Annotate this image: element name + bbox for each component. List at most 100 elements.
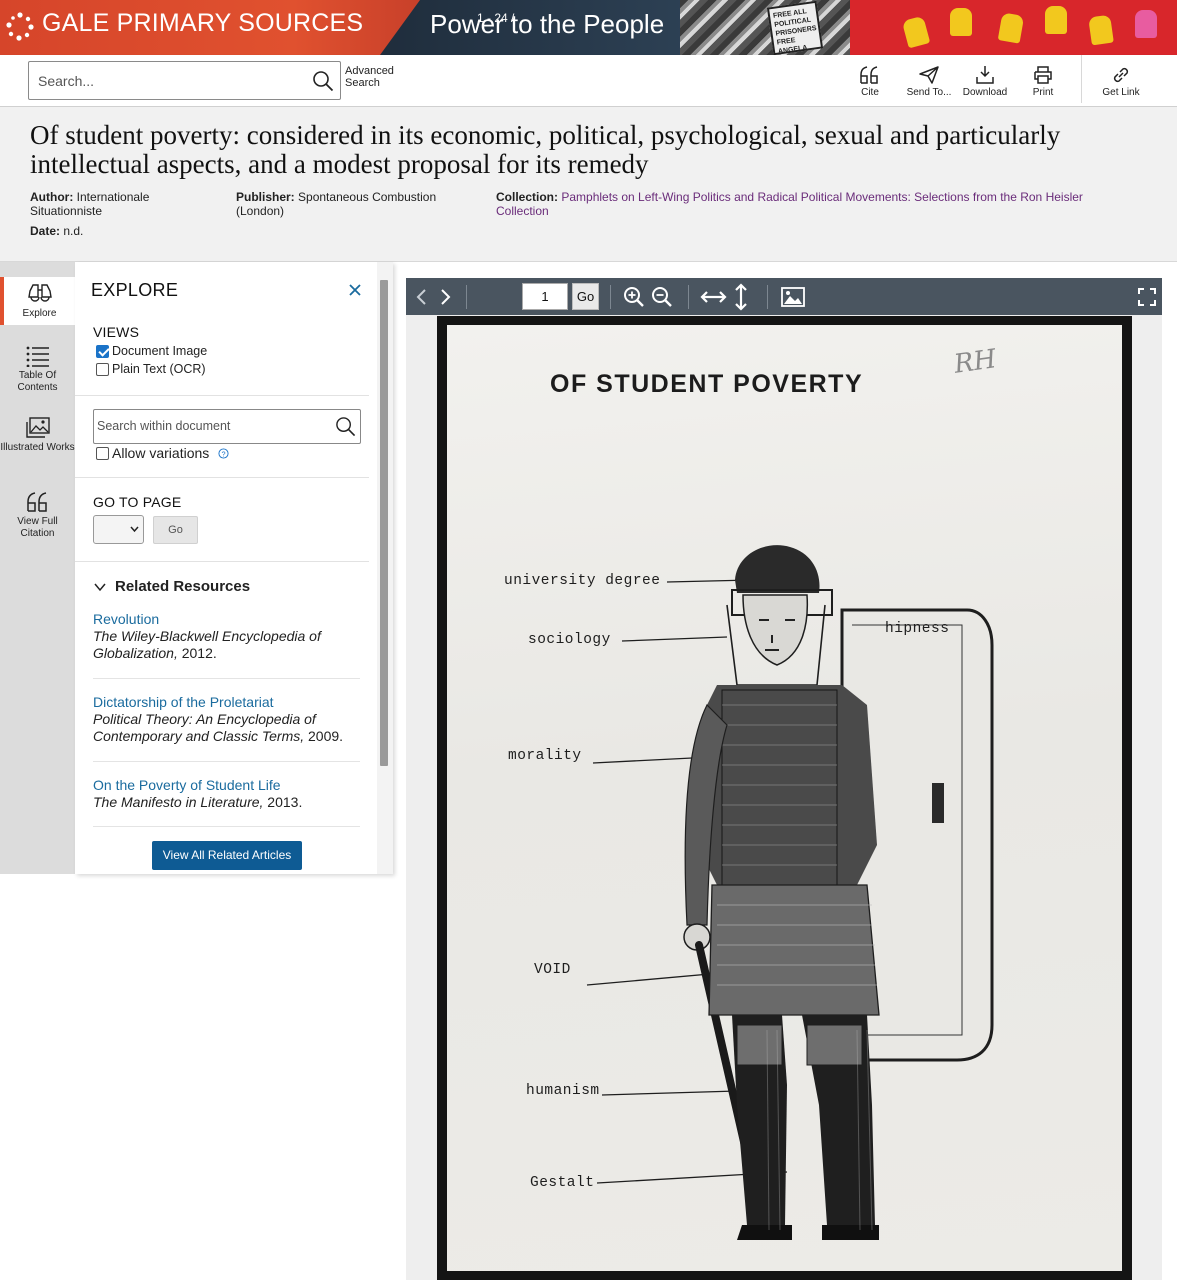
panel-scrollbar-thumb[interactable] [380,280,388,766]
related-item: On the Poverty of Student Life The Manif… [93,777,369,811]
zoom-out-icon[interactable] [651,286,673,308]
get-link-button[interactable]: Get Link [1099,65,1143,101]
rail-label-explore: Explore [22,308,57,319]
related-resources-heading: Related Resources [115,578,251,595]
fullscreen-icon[interactable] [1137,286,1157,308]
view-all-related-button[interactable]: View All Related Articles [152,841,302,870]
document-image-label: Document Image [112,344,208,358]
label-void: VOID [534,962,571,978]
date-label: Date: [30,224,61,238]
page-select[interactable] [93,515,144,544]
close-icon[interactable] [347,282,363,298]
publisher-meta: Publisher: Spontaneous Combustion (Londo… [236,190,466,218]
sidebar-rail: Explore Table Of Contents Illustrated Wo… [0,262,75,874]
list-icon [26,346,49,367]
label-hipness: hipness [885,621,950,637]
collection-title: Power to the People [430,9,665,39]
next-page-icon[interactable] [434,286,456,308]
download-icon [976,66,994,84]
page-range: 1 - 24 / [477,11,515,25]
quote-icon [860,66,878,84]
collection-meta: Collection: Pamphlets on Left-Wing Polit… [496,190,1136,218]
related-item-year: 2012. [177,645,217,661]
get-link-label: Get Link [1102,87,1140,98]
divider [93,826,360,827]
top-toolbar: Advanced Search Cite Send To... Download… [0,55,1177,107]
document-image-checkbox[interactable] [96,344,109,358]
rail-item-table-of-contents[interactable]: Table Of Contents [0,345,75,394]
print-button[interactable]: Print [1028,65,1058,101]
fit-width-icon[interactable] [700,286,727,308]
plain-text-label: Plain Text (OCR) [112,362,206,376]
printer-icon [1034,66,1052,84]
search-icon[interactable] [312,70,334,92]
collection-label: Collection: [496,190,558,204]
allow-variations-checkbox[interactable] [96,446,109,460]
publisher-label: Publisher: [236,190,295,204]
help-icon[interactable]: ? [218,447,229,459]
goto-page-button[interactable]: Go [153,516,198,544]
label-sociology: sociology [528,632,611,648]
riot-police-illustration [586,545,994,1240]
chevron-down-icon[interactable] [93,580,107,594]
related-item-title[interactable]: Revolution [93,611,369,628]
viewer-go-button[interactable]: Go [572,283,599,310]
image-settings-icon[interactable] [780,286,806,308]
link-icon [1113,67,1129,83]
date-value: n.d. [63,224,84,238]
view-plain-text-option[interactable]: Plain Text (OCR) [96,362,206,376]
view-document-image-option[interactable]: Document Image [96,344,207,358]
document-header: Of student poverty: considered in its ec… [0,107,1177,262]
author-meta: Author: Internationale Situationniste [30,190,210,218]
gale-brand-name: GALE PRIMARY SOURCES [42,9,364,37]
search-within-box [93,409,361,444]
page-paper: OF STUDENT POVERTY RH university degree … [447,325,1122,1271]
download-label: Download [962,87,1008,98]
viewer-toolbar [406,278,1162,315]
binoculars-icon [27,284,52,302]
zoom-in-icon[interactable] [623,286,645,308]
related-item-source: Political Theory: An Encyclopedia of Con… [93,711,316,744]
toolbar-divider [466,285,467,309]
advanced-search-link[interactable]: Advanced Search [345,65,405,89]
allow-variations-option[interactable]: Allow variations ? [96,445,229,461]
related-item-year: 2009. [304,728,344,744]
related-item: Revolution The Wiley-Blackwell Encyclope… [93,611,369,662]
banner-artwork-poster [680,0,850,55]
search-icon[interactable] [335,416,356,437]
download-button[interactable]: Download [960,65,1010,101]
images-icon [25,417,50,438]
rail-item-illustrated-works[interactable]: Illustrated Works [0,417,75,454]
collection-banner: FREE ALL POLITICAL PRISONERS FREE ANGELA… [0,0,1177,55]
rail-item-view-full-citation[interactable]: View Full Citation [0,491,75,540]
send-to-button[interactable]: Send To... [903,65,955,101]
collection-link[interactable]: Pamphlets on Left-Wing Politics and Radi… [496,190,1083,218]
related-item-title[interactable]: Dictatorship of the Proletariat [93,694,369,711]
plain-text-checkbox[interactable] [96,362,109,376]
cite-button[interactable]: Cite [854,65,886,101]
search-input[interactable] [38,71,298,91]
rail-item-explore[interactable]: Explore [0,277,75,325]
document-page-image[interactable]: OF STUDENT POVERTY RH university degree … [437,316,1132,1280]
search-within-input[interactable] [97,419,327,433]
label-gestalt: Gestalt [530,1175,595,1191]
divider [93,678,360,679]
author-label: Author: [30,190,74,204]
related-item: Dictatorship of the Proletariat Politica… [93,694,369,745]
quote-icon [26,492,47,512]
send-to-label: Send To... [906,87,952,98]
divider [93,761,360,762]
explore-title: EXPLORE [91,280,179,300]
banner-artwork-fists [850,0,1177,55]
goto-page-label: GO TO PAGE [93,494,182,510]
toolbar-divider [1081,55,1082,103]
gale-brand-block[interactable]: GALE PRIMARY SOURCES [0,0,420,55]
previous-page-icon[interactable] [411,286,433,308]
toolbar-divider [610,285,611,309]
current-page-input[interactable]: 1 [522,283,568,310]
related-item-year: 2013. [263,794,303,810]
toolbar-divider [688,285,689,309]
fit-height-icon[interactable] [732,283,750,311]
rail-label-toc: Table Of Contents [17,370,58,393]
related-item-title[interactable]: On the Poverty of Student Life [93,777,369,794]
